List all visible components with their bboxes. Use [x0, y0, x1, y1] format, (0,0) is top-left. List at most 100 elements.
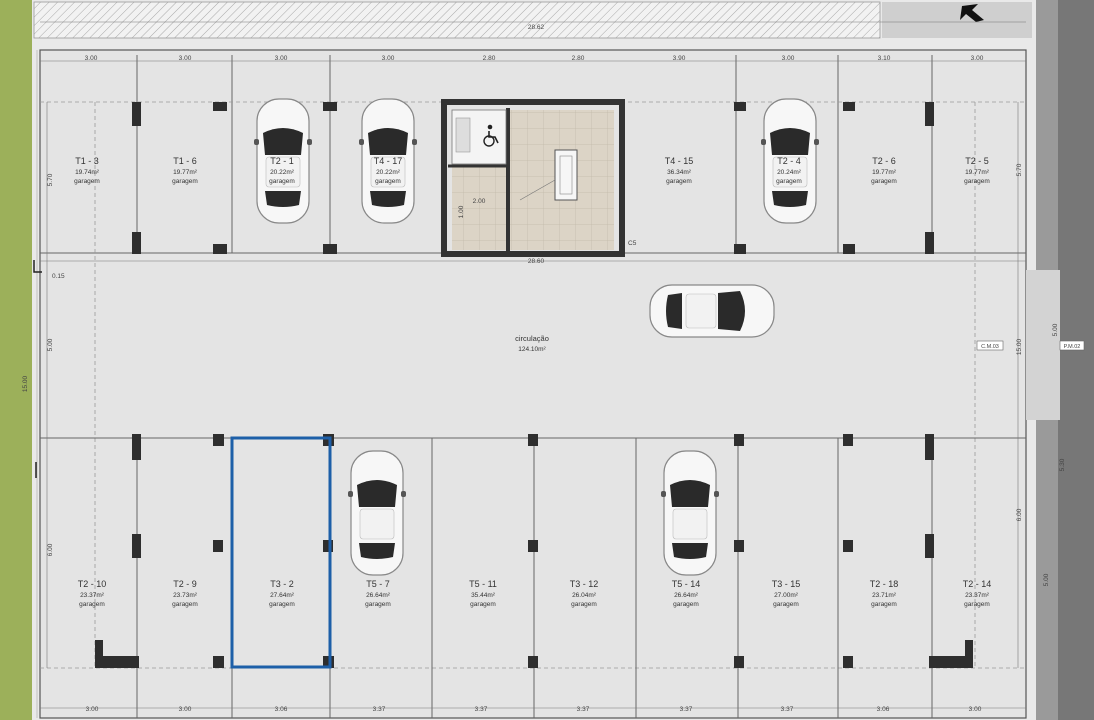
- parking-spot-label[interactable]: T4 - 17 20.22m² garagem: [374, 156, 403, 185]
- spot-use: garagem: [673, 601, 699, 608]
- spot-id: T4 - 17: [374, 156, 403, 166]
- parking-spot-label[interactable]: T2 - 10 23.37m² garagem: [78, 579, 107, 608]
- spot-area: 27.00m²: [774, 592, 799, 599]
- parking-spot-label[interactable]: T5 - 11 35.44m² garagem: [469, 579, 497, 608]
- bottom-width-dimension: 3.00: [969, 706, 982, 713]
- hatched-wall: [33, 1, 881, 39]
- parking-spot-label[interactable]: T2 - 5 19.77m² garagem: [964, 156, 990, 185]
- bottom-width-dimension: 3.00: [179, 706, 192, 713]
- spot-id: T3 - 15: [772, 579, 801, 589]
- left-total: 15.00: [22, 375, 29, 392]
- bottom-width-dimension: 3.37: [577, 706, 590, 713]
- spot-id: T2 - 14: [963, 579, 992, 589]
- spot-id: T3 - 2: [270, 579, 294, 589]
- spot-use: garagem: [964, 601, 990, 608]
- spot-area: 26.04m²: [572, 592, 597, 599]
- parking-spot-label[interactable]: T3 - 12 26.04m² garagem: [570, 579, 599, 608]
- spot-area: 23.37m²: [965, 592, 990, 599]
- parking-spot-label[interactable]: T4 - 15 36.34m² garagem: [665, 156, 694, 185]
- spot-use: garagem: [666, 178, 692, 185]
- parking-spot-label[interactable]: T3 - 15 27.00m² garagem: [772, 579, 801, 608]
- spot-area: 35.44m²: [471, 592, 496, 599]
- top-width-dimension: 3.00: [179, 55, 192, 62]
- mid-dimension: 28.60: [528, 258, 545, 265]
- spot-area: 20.24m²: [777, 169, 802, 176]
- spot-use: garagem: [871, 178, 897, 185]
- top-width-dimension: 3.00: [971, 55, 984, 62]
- parking-spot-label[interactable]: T2 - 1 20.22m² garagem: [269, 156, 295, 185]
- stair-depth: 1.00: [458, 205, 465, 218]
- top-width-dimension: 3.00: [382, 55, 395, 62]
- side-dim-a: 5.00: [1052, 323, 1059, 336]
- spot-id: T2 - 5: [965, 156, 989, 166]
- top-width-dimension: 3.00: [275, 55, 288, 62]
- spot-use: garagem: [172, 601, 198, 608]
- parking-spot-label[interactable]: T5 - 7 26.64m² garagem: [365, 579, 391, 608]
- circulation-name: circulação: [515, 334, 549, 343]
- side-dim-c: 5.00: [1043, 573, 1050, 586]
- spot-area: 19.77m²: [173, 169, 198, 176]
- spot-id: T3 - 12: [570, 579, 599, 589]
- parking-spot-label[interactable]: T1 - 6 19.77m² garagem: [172, 156, 198, 185]
- spot-id: T2 - 4: [777, 156, 801, 166]
- parking-spot-label[interactable]: T2 - 9 23.73m² garagem: [172, 579, 198, 608]
- top-width-dimension: 3.10: [878, 55, 891, 62]
- spot-id: T2 - 10: [78, 579, 107, 589]
- spot-area: 36.34m²: [667, 169, 692, 176]
- spot-use: garagem: [871, 601, 897, 608]
- bottom-width-dimension: 3.00: [86, 706, 99, 713]
- parking-floor-plan: 28.62 3.00 3.00 3.00 3.00 2.80 2.80 3.90 3.00 3.…: [0, 0, 1094, 720]
- stair-core: [441, 99, 625, 257]
- spot-use: garagem: [773, 601, 799, 608]
- parking-spot-label[interactable]: T1 - 3 19.74m² garagem: [74, 156, 100, 185]
- parking-spot-label[interactable]: T5 - 14 26.64m² garagem: [672, 579, 701, 608]
- right-bottom-depth: 6.00: [1016, 508, 1023, 521]
- spot-use: garagem: [269, 178, 295, 185]
- spot-id: T5 - 7: [366, 579, 390, 589]
- spot-id: T1 - 6: [173, 156, 197, 166]
- spot-area: 19.77m²: [965, 169, 990, 176]
- spot-area: 19.77m²: [872, 169, 897, 176]
- top-width-dimension: 3.90: [673, 55, 686, 62]
- car-icon: [649, 284, 775, 338]
- left-bottom-depth: 6.00: [47, 543, 54, 556]
- stair-code: C5: [628, 240, 637, 247]
- parking-spot-label[interactable]: T2 - 14 23.37m² garagem: [963, 579, 992, 608]
- bottom-width-dimension: 3.06: [877, 706, 890, 713]
- spot-id: T5 - 11: [469, 579, 497, 589]
- spot-use: garagem: [571, 601, 597, 608]
- parking-spot-label[interactable]: T2 - 18 23.71m² garagem: [870, 579, 899, 608]
- bottom-width-dimension: 3.37: [781, 706, 794, 713]
- parking-spot-label[interactable]: T3 - 2 27.64m² garagem: [269, 579, 295, 608]
- spot-use: garagem: [74, 178, 100, 185]
- car-icon: [660, 450, 720, 576]
- pm-marker: P.M.02: [1064, 344, 1081, 350]
- left-top-depth: 5.70: [47, 173, 54, 186]
- spot-id: T4 - 15: [665, 156, 694, 166]
- spot-area: 26.64m²: [366, 592, 391, 599]
- spot-use: garagem: [470, 601, 496, 608]
- spot-area: 20.22m²: [376, 169, 401, 176]
- spot-area: 19.74m²: [75, 169, 100, 176]
- top-width-dimension: 3.00: [782, 55, 795, 62]
- bottom-width-dimension: 3.37: [680, 706, 693, 713]
- grass-strip: [0, 0, 32, 720]
- spot-area: 23.71m²: [872, 592, 897, 599]
- top-width-dimension: 2.80: [572, 55, 585, 62]
- street: [1058, 0, 1094, 720]
- circulation-area: 124.10m²: [518, 346, 546, 353]
- bottom-width-dimension: 3.37: [475, 706, 488, 713]
- spot-use: garagem: [172, 178, 198, 185]
- spot-area: 27.64m²: [270, 592, 295, 599]
- top-width-dimension: 2.80: [483, 55, 496, 62]
- spot-use: garagem: [365, 601, 391, 608]
- spot-id: T2 - 6: [872, 156, 896, 166]
- cm-marker: C.M.03: [981, 344, 999, 350]
- spot-use: garagem: [269, 601, 295, 608]
- left-gap: 0.15: [52, 273, 65, 280]
- parking-spot-label[interactable]: T2 - 6 19.77m² garagem: [871, 156, 897, 185]
- left-aisle: 5.00: [47, 338, 54, 351]
- parking-spot-label[interactable]: T2 - 4 20.24m² garagem: [776, 156, 802, 185]
- top-overall-dimension: 28.62: [528, 24, 545, 31]
- stair-width: 2.00: [473, 198, 486, 205]
